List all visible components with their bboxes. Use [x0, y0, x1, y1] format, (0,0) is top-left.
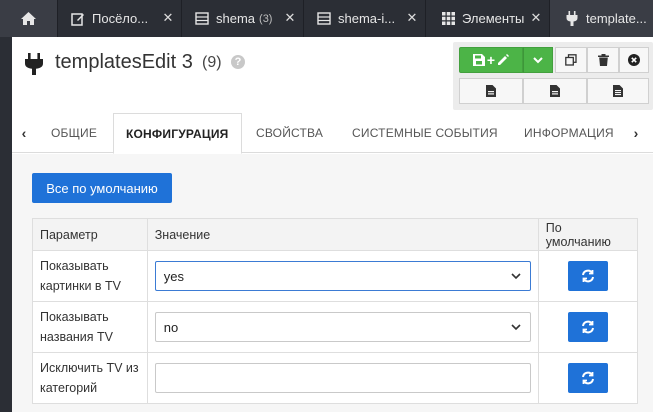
- reset-all-defaults-button[interactable]: Все по умолчанию: [32, 173, 172, 203]
- tab-general[interactable]: ОБЩИЕ: [51, 113, 97, 153]
- export-button-1[interactable]: [459, 78, 523, 104]
- pencil-icon: [498, 54, 510, 65]
- tab-count: (3): [259, 12, 273, 25]
- select-value: no: [163, 319, 179, 335]
- home-icon: [21, 12, 36, 25]
- refresh-icon: [581, 371, 594, 385]
- param-value-cell: [146, 352, 539, 404]
- export-button-2[interactable]: [523, 78, 587, 104]
- main-panel: templatesEdit 3 (9) ? + ‹ ОБЩИЕ КОНФИГУР…: [12, 37, 653, 412]
- param-name: Показывать названия TV: [32, 301, 148, 353]
- table-icon: [194, 11, 210, 27]
- copy-icon: [565, 54, 577, 66]
- tab-configuration[interactable]: КОНФИГУРАЦИЯ: [113, 113, 242, 154]
- action-toolbar: +: [453, 42, 653, 110]
- tab-label: Посёло...: [92, 11, 149, 26]
- page-title: templatesEdit 3: [55, 51, 193, 73]
- param-default-cell: [537, 250, 639, 302]
- chevron-down-icon: [533, 56, 543, 63]
- exclude-tv-categories-input[interactable]: [154, 363, 531, 393]
- tab-shema-i[interactable]: shema-i... ✕: [304, 0, 426, 37]
- copy-button[interactable]: [555, 47, 587, 73]
- param-name: Исключить TV из категорий: [32, 352, 148, 404]
- tab-template-active[interactable]: template...: [550, 0, 653, 37]
- close-circle-icon: [628, 54, 640, 66]
- file-text-icon: [613, 85, 623, 97]
- close-icon[interactable]: ✕: [529, 10, 543, 25]
- close-icon[interactable]: ✕: [161, 10, 175, 25]
- param-value-cell: no: [146, 301, 539, 353]
- column-header-default: По умолчанию: [537, 218, 639, 251]
- close-icon[interactable]: ✕: [405, 10, 419, 25]
- tab-shema[interactable]: shema (3) ✕: [182, 0, 304, 37]
- trash-icon: [597, 54, 609, 66]
- tab-bar: Посёло... ✕ shema (3) ✕ shema-i... ✕ Эле…: [0, 0, 653, 37]
- reset-default-button[interactable]: [567, 312, 608, 342]
- tab-home[interactable]: [0, 0, 58, 37]
- reset-default-button[interactable]: [567, 363, 608, 393]
- show-tv-names-select[interactable]: no: [154, 312, 531, 342]
- param-value-cell: yes: [146, 250, 539, 302]
- save-icon: [472, 54, 485, 66]
- table-icon: [316, 11, 332, 27]
- reset-default-button[interactable]: [567, 261, 608, 291]
- plug-icon: [564, 11, 580, 27]
- chevron-down-icon: [511, 324, 521, 331]
- plug-icon: [25, 53, 43, 75]
- table-row: Показывать названия TV no: [32, 301, 639, 353]
- left-sidebar-strip: [0, 37, 12, 412]
- select-value: yes: [163, 268, 184, 284]
- parameters-table: Параметр Значение По умолчанию Показыват…: [32, 218, 639, 404]
- column-header-parameter: Параметр: [32, 218, 148, 251]
- save-button[interactable]: +: [459, 47, 523, 73]
- chevron-right-icon[interactable]: ›: [630, 125, 642, 141]
- table-row: Показывать картинки в TV yes: [32, 250, 639, 302]
- file-icon: [486, 85, 496, 97]
- close-icon[interactable]: ✕: [283, 10, 297, 25]
- refresh-icon: [581, 320, 594, 334]
- param-default-cell: [537, 352, 639, 404]
- tab-information[interactable]: ИНФОРМАЦИЯ: [524, 113, 614, 153]
- tab-label: Элементы: [462, 11, 525, 26]
- tab-label: shema-i...: [338, 11, 396, 26]
- configuration-content: Все по умолчанию Параметр Значение По ум…: [12, 154, 653, 412]
- element-count: (9): [202, 54, 222, 71]
- tab-label: template...: [586, 11, 647, 26]
- chevron-down-icon: [511, 273, 521, 280]
- plus-icon: +: [486, 52, 496, 68]
- grid-icon: [440, 11, 456, 27]
- table-row: Исключить TV из категорий: [32, 352, 639, 404]
- tab-elements[interactable]: Элементы ✕: [426, 0, 550, 37]
- file-icon: [550, 85, 560, 97]
- close-button[interactable]: [619, 47, 649, 73]
- delete-button[interactable]: [587, 47, 619, 73]
- tab-poselok[interactable]: Посёло... ✕: [58, 0, 182, 37]
- tab-properties[interactable]: СВОЙСТВА: [256, 113, 323, 153]
- tab-label: shema: [216, 11, 256, 26]
- chevron-left-icon[interactable]: ‹: [18, 125, 30, 141]
- tab-system-events[interactable]: СИСТЕМНЫЕ СОБЫТИЯ: [352, 113, 498, 153]
- help-icon[interactable]: ?: [231, 55, 245, 69]
- save-options-button[interactable]: [523, 47, 553, 73]
- edit-icon: [70, 11, 86, 27]
- page-header: templatesEdit 3 (9) ? +: [12, 37, 653, 113]
- table-header-row: Параметр Значение По умолчанию: [32, 218, 639, 251]
- section-tabs: ‹ ОБЩИЕ КОНФИГУРАЦИЯ СВОЙСТВА СИСТЕМНЫЕ …: [12, 113, 653, 154]
- param-name: Показывать картинки в TV: [32, 250, 148, 302]
- refresh-icon: [581, 269, 594, 283]
- show-tv-images-select[interactable]: yes: [154, 261, 531, 291]
- column-header-value: Значение: [146, 218, 539, 251]
- export-button-3[interactable]: [587, 78, 649, 104]
- param-default-cell: [537, 301, 639, 353]
